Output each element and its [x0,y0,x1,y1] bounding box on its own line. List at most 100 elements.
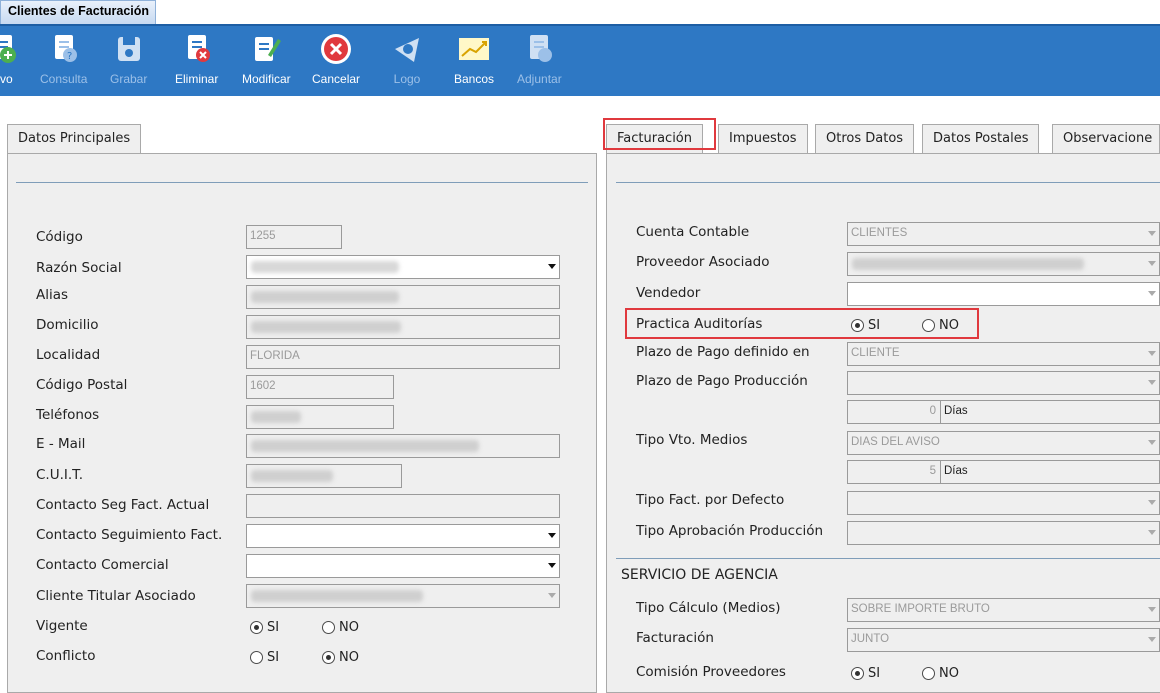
facturacion-value: JUNTO [851,633,890,645]
tipo-calculo-select[interactable]: SOBRE IMPORTE BRUTO [847,598,1160,622]
label-cuit: C.U.I.T. [36,467,84,483]
right-divider [616,182,1160,183]
label-cuenta-contable: Cuenta Contable [636,224,750,240]
delete-button[interactable]: Eliminar [175,32,218,92]
chevron-down-icon [1148,261,1156,266]
plazo-dias-field[interactable]: 0 [847,400,941,424]
save-icon [112,32,146,66]
conflicto-si-radio[interactable]: SI [250,650,279,665]
cancel-icon [319,32,353,66]
conflicto-no-radio[interactable]: NO [322,650,359,665]
cliente-titular-select[interactable] [246,584,560,608]
query-icon: ? [47,32,81,66]
redacted-value [251,291,399,303]
vendedor-select[interactable] [847,282,1160,306]
tab-datos-postales[interactable]: Datos Postales [922,124,1040,154]
logo-button[interactable]: Logo [390,32,424,92]
delete-icon [180,32,214,66]
query-label: Consulta [40,72,88,86]
chevron-down-icon [1148,607,1156,612]
tipo-vto-medios-value: DIAS DEL AVISO [851,436,940,448]
redacted-value [251,321,401,333]
query-button[interactable]: ? Consulta [40,32,87,92]
domicilio-field[interactable] [246,315,560,339]
codigo-postal-field[interactable]: 1602 [246,375,394,399]
cuenta-contable-value: CLIENTES [851,227,908,239]
label-email: E - Mail [36,436,86,452]
tab-otros-datos[interactable]: Otros Datos [815,124,915,154]
comision-proveedores-no-radio[interactable]: NO [922,666,959,681]
chevron-down-icon [1148,440,1156,445]
cancel-button[interactable]: Cancelar [312,32,360,92]
contacto-seg-actual-field[interactable] [246,494,560,518]
tipo-vto-medios-select[interactable]: DIAS DEL AVISO [847,431,1160,455]
chevron-down-icon [548,563,556,568]
label-tipo-fact-defecto: Tipo Fact. por Defecto [636,492,785,508]
save-label: Grabar [110,72,148,86]
plazo-pago-definido-select[interactable]: CLIENTE [847,342,1160,366]
vto-dias-field[interactable]: 5 [847,460,941,484]
tab-datos-principales[interactable]: Datos Principales [7,124,142,154]
logo-label: Logo [393,72,421,86]
radio-empty-icon [922,667,935,680]
cancel-label: Cancelar [312,72,361,86]
contacto-seguimiento-select[interactable] [246,524,560,548]
label-vigente: Vigente [36,618,88,634]
new-button[interactable]: evo [0,32,20,92]
window-tab-clientes[interactable]: Clientes de Facturación [0,0,157,24]
edit-label: Modificar [242,72,291,86]
vigente-no-radio[interactable]: NO [322,620,359,635]
redacted-value [852,258,1084,270]
tipo-aprobacion-select[interactable] [847,521,1160,545]
label-plazo-pago-definido: Plazo de Pago definido en [636,344,810,360]
radio-empty-icon [250,651,263,664]
banks-button[interactable]: Bancos [454,32,494,92]
chevron-down-icon [1148,351,1156,356]
label-facturacion: Facturación [636,630,714,646]
alias-field[interactable] [246,285,560,309]
label-domicilio: Domicilio [36,317,99,333]
tipo-calculo-value: SOBRE IMPORTE BRUTO [851,603,990,615]
email-field[interactable] [246,434,560,458]
attach-button[interactable]: Adjuntar [517,32,562,92]
radio-label: SI [267,620,280,635]
new-icon [0,32,20,66]
telefonos-field[interactable] [246,405,394,429]
label-telefonos: Teléfonos [36,407,100,423]
save-button[interactable]: Grabar [110,32,147,92]
delete-label: Eliminar [175,72,219,86]
chevron-down-icon [548,264,556,269]
localidad-field[interactable]: FLORIDA [246,345,560,369]
label-vendedor: Vendedor [636,285,701,301]
label-proveedor-asociado: Proveedor Asociado [636,254,770,270]
contacto-comercial-select[interactable] [246,554,560,578]
proveedor-asociado-select[interactable] [847,252,1160,276]
vto-dias-unit: Días [940,460,1160,484]
chevron-down-icon [548,533,556,538]
comision-proveedores-si-radio[interactable]: SI [851,666,880,681]
label-razon-social: Razón Social [36,260,122,276]
vigente-si-radio[interactable]: SI [250,620,279,635]
chevron-down-icon [1148,380,1156,385]
cuenta-contable-select[interactable]: CLIENTES [847,222,1160,246]
radio-label: NO [939,666,959,681]
tab-impuestos[interactable]: Impuestos [718,124,808,154]
edit-button[interactable]: Modificar [242,32,291,92]
plazo-pago-produccion-select[interactable] [847,371,1160,395]
facturacion-select[interactable]: JUNTO [847,628,1160,652]
redacted-value [251,261,399,273]
codigo-field[interactable]: 1255 [246,225,342,249]
radio-selected-icon [851,667,864,680]
logo-icon [390,32,424,66]
new-label: evo [0,72,13,86]
razon-social-select[interactable] [246,255,560,279]
left-divider [16,182,588,183]
label-codigo: Código [36,229,83,245]
chevron-down-icon [1148,231,1156,236]
cuit-field[interactable] [246,464,402,488]
tipo-fact-defecto-select[interactable] [847,491,1160,515]
tab-observaciones[interactable]: Observacione [1052,124,1160,154]
chevron-down-icon [1148,637,1156,642]
chevron-down-icon [1148,530,1156,535]
edit-icon [249,32,283,66]
